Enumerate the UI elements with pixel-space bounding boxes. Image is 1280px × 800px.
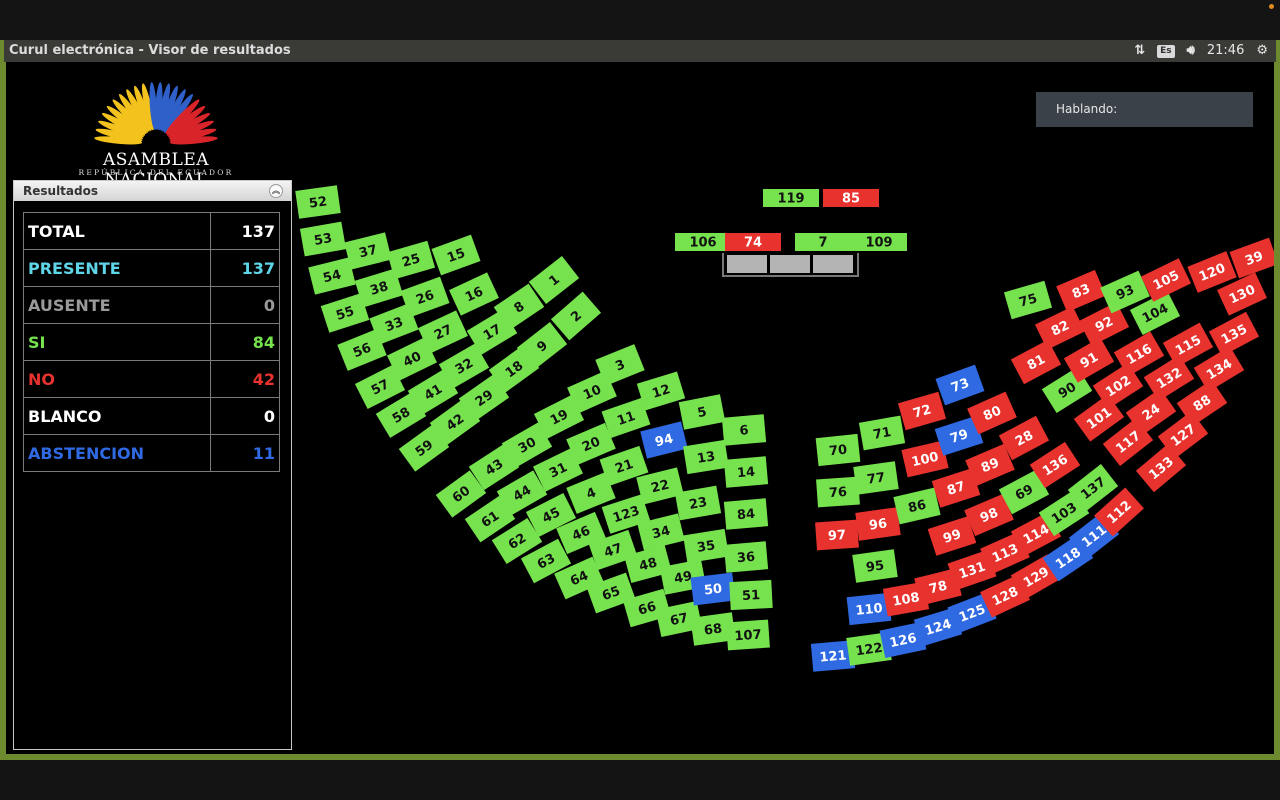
seat-16[interactable]: 16 [449, 272, 499, 316]
svg-text:109: 109 [865, 236, 892, 251]
seat-50[interactable]: 50 [690, 572, 736, 606]
svg-text:6: 6 [739, 423, 749, 439]
svg-text:36: 36 [736, 550, 755, 567]
hemicycle-seat-map: 119 85106 74 7 10952535455565758593738334041… [295, 185, 1274, 672]
svg-text:52: 52 [308, 194, 328, 211]
seat-71[interactable]: 71 [858, 415, 906, 451]
seat-6[interactable]: 6 [721, 414, 767, 446]
svg-text:107: 107 [734, 628, 762, 645]
settings-gear-icon[interactable]: ⚙ [1256, 40, 1268, 62]
seat-73[interactable]: 73 [935, 364, 985, 406]
svg-text:121: 121 [819, 648, 847, 665]
app-window: Curul electrónica - Visor de resultados … [0, 40, 1280, 760]
seat-97[interactable]: 97 [815, 519, 859, 551]
seat-26[interactable]: 26 [400, 276, 450, 318]
main-content: ASAMBLEA NACIONAL REPÚBLICA DEL ECUADOR … [6, 62, 1274, 754]
seat-70[interactable]: 70 [815, 433, 861, 467]
svg-text:70: 70 [828, 443, 848, 460]
seat-109[interactable]: 109 [851, 233, 907, 251]
seat-85[interactable]: 85 [823, 189, 879, 207]
svg-text:95: 95 [865, 558, 885, 575]
svg-text:7: 7 [818, 236, 827, 251]
svg-text:96: 96 [868, 516, 888, 533]
seat-95[interactable]: 95 [852, 549, 898, 583]
svg-text:53: 53 [313, 231, 333, 249]
seat-37[interactable]: 37 [344, 232, 392, 270]
svg-text:85: 85 [842, 192, 860, 207]
top-system-bar [0, 0, 1280, 40]
svg-text:119: 119 [777, 192, 804, 207]
seat-39[interactable]: 39 [1229, 237, 1274, 279]
svg-text:84: 84 [736, 507, 755, 524]
seat-106[interactable]: 106 [675, 233, 731, 251]
seat-107[interactable]: 107 [726, 619, 770, 651]
svg-text:68: 68 [703, 621, 723, 638]
seat-135[interactable]: 135 [1208, 311, 1260, 357]
seat-51[interactable]: 51 [729, 579, 773, 611]
seat-72[interactable]: 72 [897, 391, 947, 431]
title-bar: Curul electrónica - Visor de resultados … [4, 40, 1276, 62]
svg-text:106: 106 [689, 236, 716, 251]
seat-119[interactable]: 119 [763, 189, 819, 207]
seat-53[interactable]: 53 [299, 221, 347, 257]
svg-text:76: 76 [829, 485, 848, 501]
bottom-bar [0, 760, 1280, 800]
seat-83[interactable]: 83 [1056, 269, 1106, 313]
seat-75[interactable]: 75 [1003, 280, 1053, 320]
seat-96[interactable]: 96 [855, 507, 901, 541]
keyboard-layout-icon[interactable]: Es [1157, 44, 1175, 58]
seat-84[interactable]: 84 [723, 498, 769, 530]
svg-text:97: 97 [828, 528, 847, 544]
clock[interactable]: 21:46 [1207, 40, 1244, 62]
svg-text:77: 77 [866, 470, 886, 487]
seat-15[interactable]: 15 [431, 234, 481, 276]
volume-icon[interactable]: 🔊︎ [1187, 40, 1195, 62]
notification-dot [1269, 4, 1274, 9]
seat-94[interactable]: 94 [640, 421, 688, 459]
svg-text:35: 35 [696, 538, 716, 556]
svg-text:110: 110 [855, 601, 884, 619]
svg-text:50: 50 [703, 581, 723, 598]
network-icon[interactable]: ⇅ [1134, 40, 1145, 62]
svg-text:23: 23 [688, 495, 708, 513]
seat-77[interactable]: 77 [853, 461, 899, 495]
seat-74[interactable]: 74 [725, 233, 781, 251]
seat-13[interactable]: 13 [683, 439, 729, 475]
svg-text:14: 14 [736, 465, 755, 482]
seat-5[interactable]: 5 [678, 394, 726, 430]
seat-52[interactable]: 52 [295, 185, 341, 219]
seat-12[interactable]: 12 [636, 371, 686, 411]
seat-36[interactable]: 36 [723, 541, 769, 573]
system-tray: ⇅ Es 🔊︎ 21:46 ⚙ [1134, 40, 1276, 62]
svg-text:74: 74 [744, 236, 762, 251]
svg-text:71: 71 [872, 425, 892, 443]
seat-14[interactable]: 14 [723, 456, 769, 488]
svg-text:13: 13 [696, 449, 716, 467]
seat-99[interactable]: 99 [927, 516, 977, 556]
seat-76[interactable]: 76 [816, 476, 860, 508]
seat-25[interactable]: 25 [386, 240, 436, 280]
seat-54[interactable]: 54 [308, 257, 356, 295]
seat-35[interactable]: 35 [683, 528, 729, 564]
seat-7[interactable]: 7 [795, 233, 851, 251]
window-title: Curul electrónica - Visor de resultados [9, 43, 291, 58]
seat-86[interactable]: 86 [893, 487, 941, 525]
svg-text:51: 51 [742, 588, 761, 604]
